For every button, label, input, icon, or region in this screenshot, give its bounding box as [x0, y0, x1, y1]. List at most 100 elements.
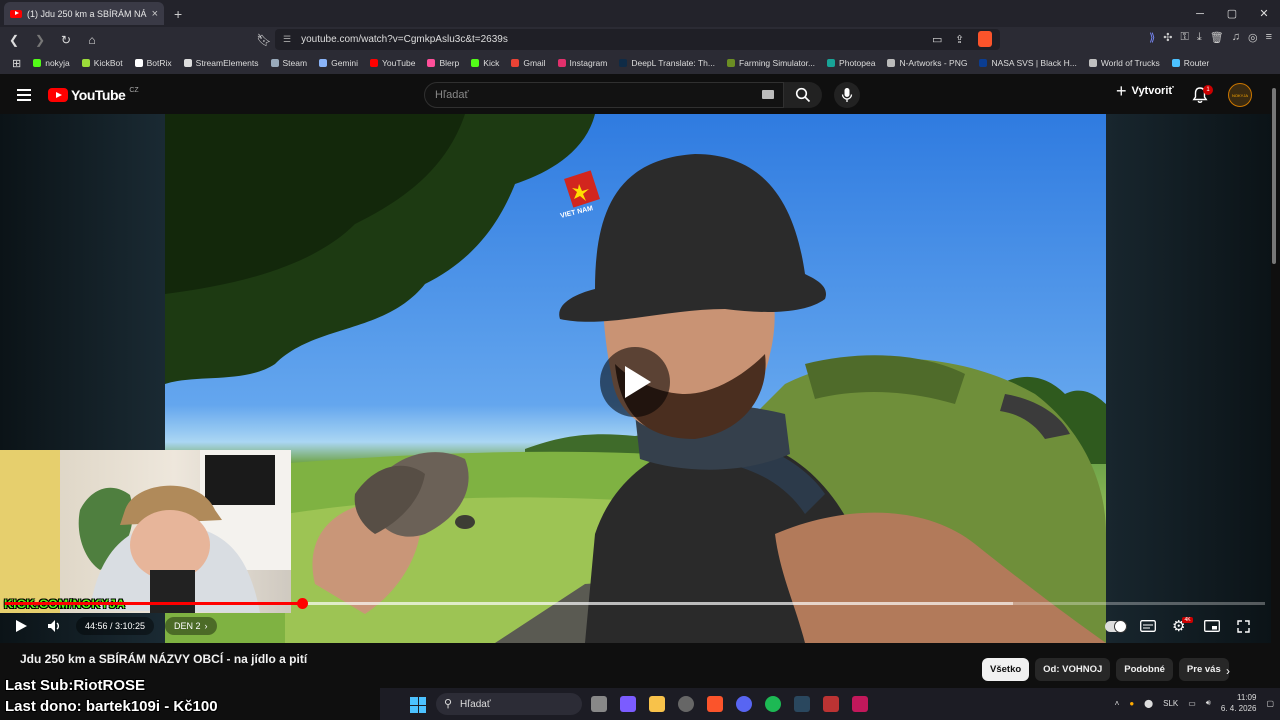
- create-button[interactable]: + Vytvoriť: [1116, 82, 1174, 100]
- browser-tab-strip: (1) Jdu 250 km a SBÍRÁM NÁ... × + ─ ▢ ✕: [0, 0, 1280, 27]
- windows-start-icon[interactable]: [410, 697, 426, 713]
- subtitles-button[interactable]: [1140, 614, 1156, 638]
- wallet-icon[interactable]: ◎: [1248, 31, 1258, 44]
- youtube-logo[interactable]: YouTube CZ: [48, 87, 139, 103]
- back-button[interactable]: ❮: [6, 33, 22, 47]
- autoplay-toggle[interactable]: [1105, 614, 1127, 638]
- bookmark-item[interactable]: N-Artworks - PNG: [881, 58, 973, 68]
- bookmark-item[interactable]: KickBot: [76, 58, 129, 68]
- bookmark-favicon-icon: [726, 59, 735, 67]
- menu-icon[interactable]: ≡: [1266, 31, 1272, 44]
- filter-chip[interactable]: Všetko: [982, 658, 1030, 681]
- avatar[interactable]: NOKYJA: [1228, 83, 1252, 107]
- settings-button[interactable]: ⚙ 4K: [1172, 614, 1196, 638]
- notification-center-icon[interactable]: ▢: [1266, 699, 1274, 708]
- youtube-header: YouTube CZ Hľadať + Vytvoriť 1 NOKYJA: [0, 77, 1280, 114]
- vpn-icon[interactable]: ⚿: [1181, 31, 1189, 44]
- bookmark-favicon-icon: [619, 59, 628, 67]
- bookmark-item[interactable]: Photopea: [821, 58, 881, 68]
- play-overlay-button[interactable]: [600, 347, 670, 417]
- leo-icon[interactable]: ⟫: [1149, 31, 1155, 44]
- system-tray: ˄ ● ⬤ SLK ▭ 🔊︎ 11:09 6. 4. 2026 ▢: [1115, 692, 1274, 714]
- bookmark-item[interactable]: Blerp: [421, 58, 465, 68]
- site-info-icon[interactable]: ☰: [283, 34, 291, 45]
- brave-shield-icon[interactable]: [978, 31, 992, 47]
- ambient-right: [1106, 114, 1271, 643]
- quality-badge: 4K: [1182, 617, 1193, 623]
- filter-chip[interactable]: Podobné: [1116, 658, 1173, 681]
- new-tab-button[interactable]: +: [174, 6, 182, 22]
- chapter-button[interactable]: DEN 2 ›: [165, 617, 217, 635]
- toolbar-icons: ⟫ ✣ ⚿ ⤓ 🗑︎ ♫ ◎ ≡: [1149, 31, 1272, 44]
- tab-close-button[interactable]: ×: [152, 8, 158, 20]
- hamburger-menu-icon[interactable]: [17, 89, 31, 101]
- bookmark-item[interactable]: DeepL Translate: Th...: [613, 58, 721, 68]
- play-button[interactable]: [14, 614, 28, 638]
- bookmark-label: Blerp: [439, 58, 460, 68]
- tray-chevron-icon[interactable]: ˄: [1115, 699, 1120, 708]
- voicemeeter-icon[interactable]: [823, 696, 839, 712]
- miniplayer-button[interactable]: [1204, 614, 1220, 638]
- bookmark-item[interactable]: Gemini: [313, 58, 364, 68]
- media-icon[interactable]: ♫: [1232, 31, 1240, 44]
- home-button[interactable]: ⌂: [84, 33, 100, 47]
- clock[interactable]: 11:09 6. 4. 2026: [1221, 692, 1257, 714]
- tray-app-icon[interactable]: ●: [1129, 699, 1134, 708]
- search-button[interactable]: [784, 82, 822, 108]
- language-indicator[interactable]: SLK: [1163, 699, 1178, 708]
- bookmark-item[interactable]: World of Trucks: [1083, 58, 1166, 68]
- speaker-icon[interactable]: 🔊︎: [1206, 698, 1211, 708]
- bookmark-item[interactable]: Kick: [465, 58, 505, 68]
- volume-button[interactable]: [47, 614, 63, 638]
- bookmark-item[interactable]: Instagram: [552, 58, 614, 68]
- network-icon[interactable]: ▭: [1188, 699, 1196, 708]
- taskbar-search-icon: ⚲: [444, 698, 453, 710]
- fullscreen-button[interactable]: [1237, 614, 1250, 638]
- downloads-icon[interactable]: ⤓: [1197, 31, 1202, 44]
- taskbar-search[interactable]: ⚲ Hľadať: [436, 693, 582, 715]
- close-window-button[interactable]: ✕: [1248, 7, 1280, 20]
- stream-app-icon[interactable]: [852, 696, 868, 712]
- page-scrollbar[interactable]: [1272, 88, 1276, 264]
- forward-button[interactable]: ❯: [32, 33, 48, 47]
- chips-next-chevron-icon[interactable]: ›: [1226, 664, 1230, 678]
- bookmark-icon[interactable]: 🔖︎: [256, 33, 272, 47]
- file-explorer-icon[interactable]: [649, 696, 665, 712]
- recommendation-chips: Všetko Od: VOHNOJ Podobné Pre vás: [982, 658, 1229, 681]
- bookmark-item[interactable]: nokyja: [27, 58, 76, 68]
- cast-icon[interactable]: ▭: [932, 33, 942, 46]
- reload-button[interactable]: ↻: [58, 33, 74, 47]
- keyboard-icon[interactable]: [762, 90, 774, 99]
- bookmark-item[interactable]: NASA SVS | Black H...: [973, 58, 1082, 68]
- bookmark-item[interactable]: StreamElements: [178, 58, 265, 68]
- bookmark-item[interactable]: YouTube: [364, 58, 421, 68]
- chrome-icon[interactable]: [678, 696, 694, 712]
- voice-search-button[interactable]: [834, 82, 860, 108]
- bookmark-item[interactable]: Farming Simulator...: [721, 58, 821, 68]
- share-icon[interactable]: ⇪: [955, 33, 964, 46]
- trash-icon[interactable]: 🗑︎: [1210, 31, 1224, 44]
- spotify-icon[interactable]: [765, 696, 781, 712]
- tray-lock-icon[interactable]: ⬤: [1144, 699, 1153, 708]
- bookmark-item[interactable]: Gmail: [505, 58, 551, 68]
- url-bar[interactable]: ☰ youtube.com/watch?v=CgmkpAslu3c&t=2639…: [275, 29, 1000, 50]
- filter-chip[interactable]: Pre vás: [1178, 658, 1229, 681]
- widgets-icon[interactable]: [620, 696, 636, 712]
- apps-grid-icon[interactable]: ⊞: [6, 57, 27, 70]
- youtube-wordmark: YouTube: [71, 87, 126, 103]
- bookmark-item[interactable]: BotRix: [129, 58, 178, 68]
- brave-icon[interactable]: [707, 696, 723, 712]
- browser-tab-active[interactable]: (1) Jdu 250 km a SBÍRÁM NÁ... ×: [4, 2, 164, 25]
- steam-icon[interactable]: [794, 696, 810, 712]
- task-view-icon[interactable]: [591, 696, 607, 712]
- minimize-button[interactable]: ─: [1184, 8, 1216, 20]
- maximize-button[interactable]: ▢: [1216, 7, 1248, 20]
- discord-icon[interactable]: [736, 696, 752, 712]
- bookmark-item[interactable]: Router: [1166, 58, 1216, 68]
- progress-bar[interactable]: [5, 598, 1265, 609]
- video-player[interactable]: VIET NAM KICK.COM/NOKYJA 44:56 / 3:10:25: [0, 114, 1271, 643]
- search-input[interactable]: Hľadať: [424, 82, 784, 108]
- filter-chip[interactable]: Od: VOHNOJ: [1035, 658, 1111, 681]
- extensions-icon[interactable]: ✣: [1163, 31, 1172, 44]
- bookmark-item[interactable]: Steam: [265, 58, 314, 68]
